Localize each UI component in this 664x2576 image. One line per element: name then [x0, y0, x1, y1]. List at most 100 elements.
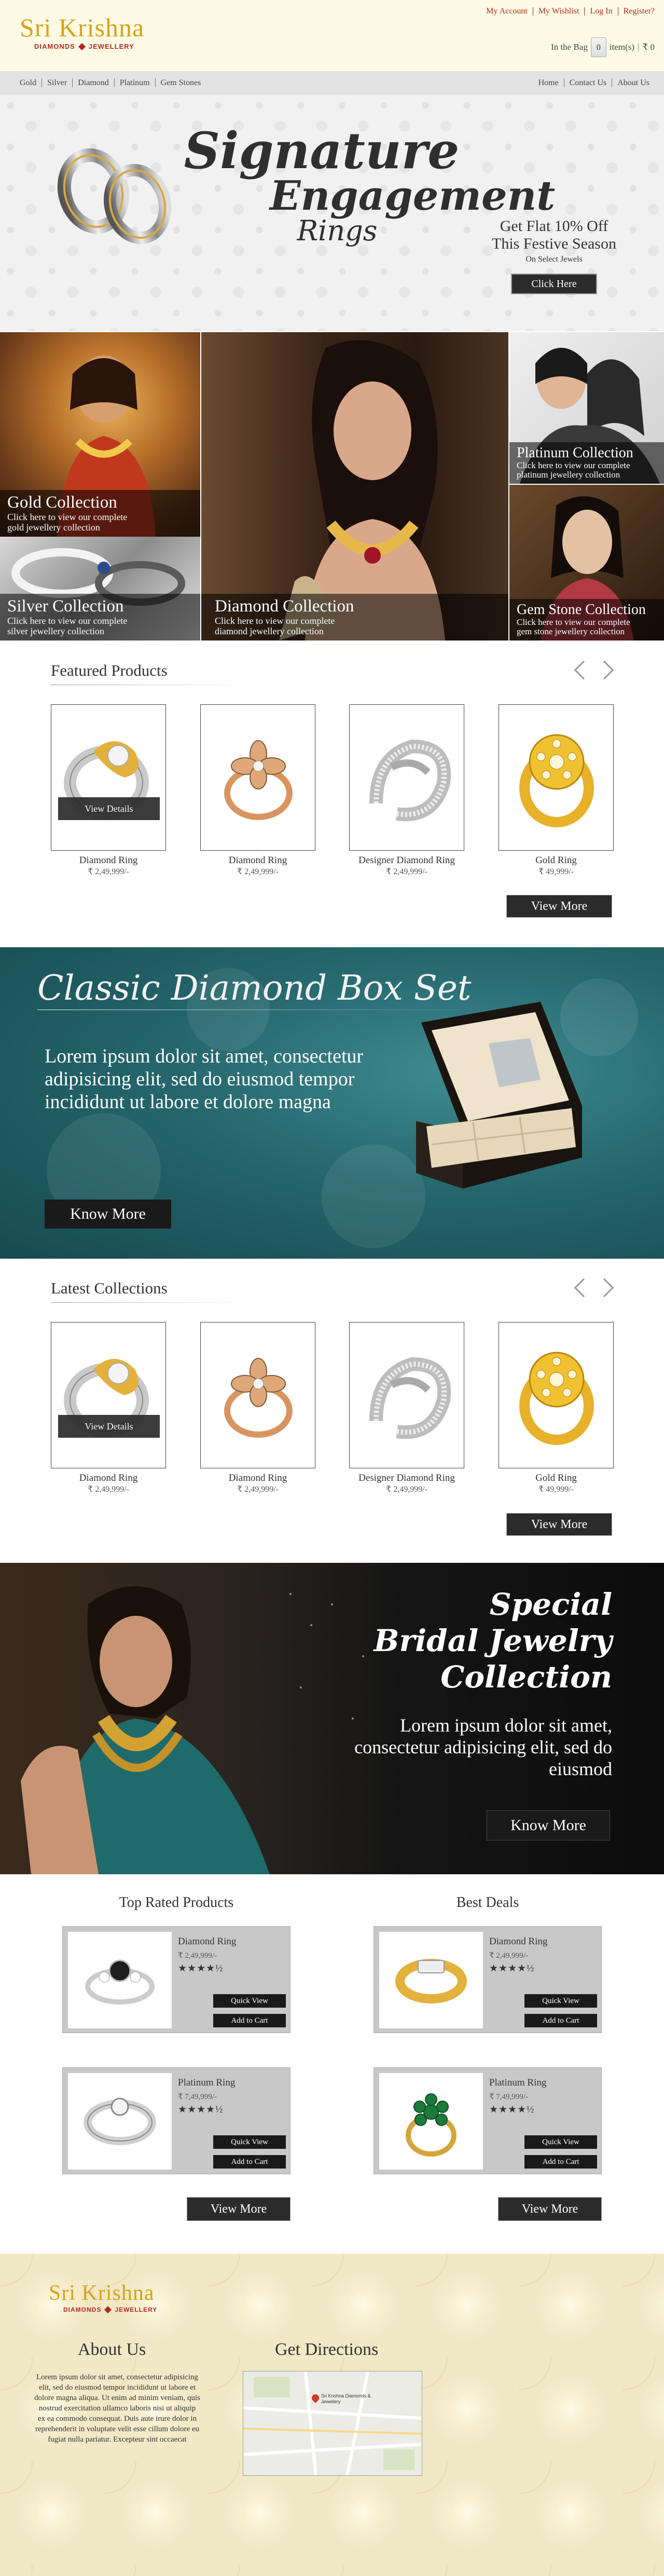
bag-count: 0 — [590, 37, 606, 57]
chevron-left-icon[interactable] — [574, 1278, 593, 1298]
location-map[interactable]: Sri Krishna Diamonds & Jewellery — [243, 2371, 422, 2476]
product-price: ₹ 2,49,999/- — [88, 1485, 129, 1494]
nav-gem-stones[interactable]: Gem Stones — [156, 78, 206, 87]
product-card[interactable]: Gold Ring ₹ 49,999/- — [499, 1322, 614, 1494]
add-to-cart-button[interactable]: Add to Cart — [213, 2155, 286, 2169]
star-rating-icon: ★★★★½ — [178, 1963, 224, 1974]
chevron-right-icon[interactable] — [594, 660, 614, 680]
silver-collection-tile[interactable]: Silver Collection Click here to view our… — [0, 537, 200, 640]
quick-view-button[interactable]: Quick View — [524, 2135, 597, 2149]
bridal-text: Lorem ipsum dolor sit amet, consectetur … — [354, 1715, 612, 1779]
click-here-button[interactable]: Click Here — [511, 274, 597, 294]
register-link[interactable]: Register? — [618, 7, 655, 16]
top-rated-card[interactable]: Diamond Ring ₹ 2,49,999/- ★★★★½ Quick Vi… — [62, 1926, 290, 2033]
product-image-frame — [349, 1322, 464, 1468]
best-deals-card[interactable]: Diamond Ring ₹ 2,49,999/- ★★★★½ Quick Vi… — [374, 1926, 602, 2033]
jewellery-box-image — [416, 1002, 582, 1189]
gem-stone-collection-tile[interactable]: Gem Stone Collection Click here to view … — [509, 485, 664, 640]
banner-title: Classic Diamond Box Set — [37, 968, 484, 1010]
featured-view-more-button[interactable]: View More — [506, 895, 612, 918]
bag-total: ₹ 0 — [642, 42, 655, 52]
product-card[interactable]: Diamond Ring ₹ 2,49,999/- — [200, 704, 315, 877]
brand-tagline: DIAMONDS JEWELLERY — [63, 2306, 158, 2314]
diamond-ring-image — [224, 1358, 293, 1438]
product-name: Diamond Ring — [489, 1936, 548, 1947]
footer-brand-logo[interactable]: Sri Krishna DIAMONDS JEWELLERY — [49, 2282, 158, 2314]
bridal-know-more-button[interactable]: Know More — [487, 1810, 610, 1841]
nav-silver[interactable]: Silver — [42, 78, 73, 87]
emerald-ring-image — [406, 2093, 457, 2157]
add-to-cart-button[interactable]: Add to Cart — [524, 2155, 597, 2169]
hero-title: Signature Engagement Rings — [184, 121, 556, 247]
quick-view-button[interactable]: Quick View — [213, 1994, 286, 2008]
product-card[interactable]: View Details Diamond Ring ₹ 2,49,999/- — [51, 704, 166, 877]
product-image-frame: View Details — [51, 1322, 166, 1468]
bag-label: In the Bag — [551, 42, 588, 52]
nav-gold[interactable]: Gold — [16, 78, 42, 87]
brand-logo[interactable]: Sri Krishna DIAMONDS JEWELLERY — [20, 15, 144, 50]
product-price: ₹ 2,49,999/- — [386, 1485, 427, 1494]
shopping-bag[interactable]: In the Bag 0 item(s) | ₹ 0 — [551, 37, 655, 57]
add-to-cart-button[interactable]: Add to Cart — [524, 2014, 597, 2027]
bridal-collection-banner: Special Bridal Jewelry Collection Lorem … — [0, 1563, 664, 1874]
brand-tagline: DIAMONDS JEWELLERY — [20, 43, 144, 50]
view-details-button[interactable]: View Details — [58, 1415, 160, 1438]
latest-view-more-button[interactable]: View More — [506, 1513, 612, 1536]
login-link[interactable]: Log In — [585, 7, 618, 16]
platinum-collection-tile[interactable]: Platinum Collection Click here to view o… — [509, 332, 664, 484]
best-deals-card[interactable]: Platinum Ring ₹ 7,49,999/- ★★★★½ Quick V… — [374, 2067, 602, 2174]
product-card[interactable]: Designer Diamond Ring ₹ 2,49,999/- — [349, 704, 464, 877]
category-nav: Gold Silver Diamond Platinum Gem Stones — [16, 78, 206, 87]
platinum-collection-caption: Platinum Collection Click here to view o… — [509, 442, 664, 484]
my-account-link[interactable]: My Account — [481, 7, 533, 16]
hero-banner: Signature Engagement Rings Get Flat 10% … — [0, 95, 664, 331]
product-name: Diamond Ring — [228, 1473, 287, 1483]
nav-platinum[interactable]: Platinum — [115, 78, 156, 87]
best-deals-title: Best Deals — [456, 1894, 519, 1911]
product-price: ₹ 2,49,999/- — [178, 1952, 217, 1960]
star-rating-icon: ★★★★½ — [489, 1963, 535, 1974]
product-name: Diamond Ring — [178, 1936, 237, 1947]
engagement-rings-image — [57, 148, 172, 244]
map-location-label: Sri Krishna Diamonds & Jewellery — [321, 2393, 371, 2404]
product-price: ₹ 2,49,999/- — [88, 867, 129, 876]
product-name: Designer Diamond Ring — [358, 1473, 455, 1483]
nav-home[interactable]: Home — [533, 78, 564, 87]
know-more-button[interactable]: Know More — [45, 1200, 171, 1229]
account-links: My Account My Wishlist Log In Register? — [481, 7, 655, 16]
offer-note: On Select Jewels — [525, 255, 583, 264]
offer-line2: This Festive Season — [492, 235, 616, 252]
offer-block: Get Flat 10% Off This Festive Season On … — [476, 217, 632, 294]
tagline-right: JEWELLERY — [88, 43, 134, 50]
product-image-frame — [379, 2073, 483, 2170]
add-to-cart-button[interactable]: Add to Cart — [213, 2014, 286, 2027]
quick-view-button[interactable]: Quick View — [524, 1994, 597, 2008]
product-card[interactable]: Designer Diamond Ring ₹ 2,49,999/- — [349, 1322, 464, 1494]
product-card[interactable]: View Details Diamond Ring ₹ 2,49,999/- — [51, 1322, 166, 1494]
product-name: Gold Ring — [535, 855, 577, 866]
product-card[interactable]: Diamond Ring ₹ 2,49,999/- — [200, 1322, 315, 1494]
quick-view-button[interactable]: Quick View — [213, 2135, 286, 2149]
diamond-collection-tile[interactable]: Diamond Collection Click here to view ou… — [201, 332, 508, 640]
diamond-icon — [104, 2306, 112, 2314]
top-rated-view-more-button[interactable]: View More — [187, 2197, 290, 2221]
product-price: ₹ 2,49,999/- — [237, 867, 279, 876]
best-deals-view-more-button[interactable]: View More — [498, 2197, 602, 2221]
banner-text: Lorem ipsum dolor sit amet, consectetur … — [45, 1045, 364, 1113]
product-image-frame — [349, 704, 464, 851]
my-wishlist-link[interactable]: My Wishlist — [533, 7, 585, 16]
product-card[interactable]: Gold Ring ₹ 49,999/- — [499, 704, 614, 877]
gold-collection-tile[interactable]: Gold Collection Click here to view our c… — [0, 332, 200, 537]
page-nav: Home Contact Us About Us — [533, 78, 655, 87]
nav-contact-us[interactable]: Contact Us — [564, 78, 613, 87]
diamond-collection-caption: Diamond Collection Click here to view ou… — [201, 594, 508, 640]
nav-diamond[interactable]: Diamond — [73, 78, 115, 87]
top-rated-card[interactable]: Platinum Ring ₹ 7,49,999/- ★★★★½ Quick V… — [62, 2067, 290, 2174]
chevron-right-icon[interactable] — [594, 1278, 614, 1298]
product-image-frame — [68, 2073, 172, 2170]
nav-about-us[interactable]: About Us — [612, 78, 655, 87]
view-details-button[interactable]: View Details — [58, 797, 160, 820]
product-image-frame — [499, 704, 614, 851]
gold-collection-caption: Gold Collection Click here to view our c… — [0, 490, 200, 537]
chevron-left-icon[interactable] — [574, 660, 593, 680]
